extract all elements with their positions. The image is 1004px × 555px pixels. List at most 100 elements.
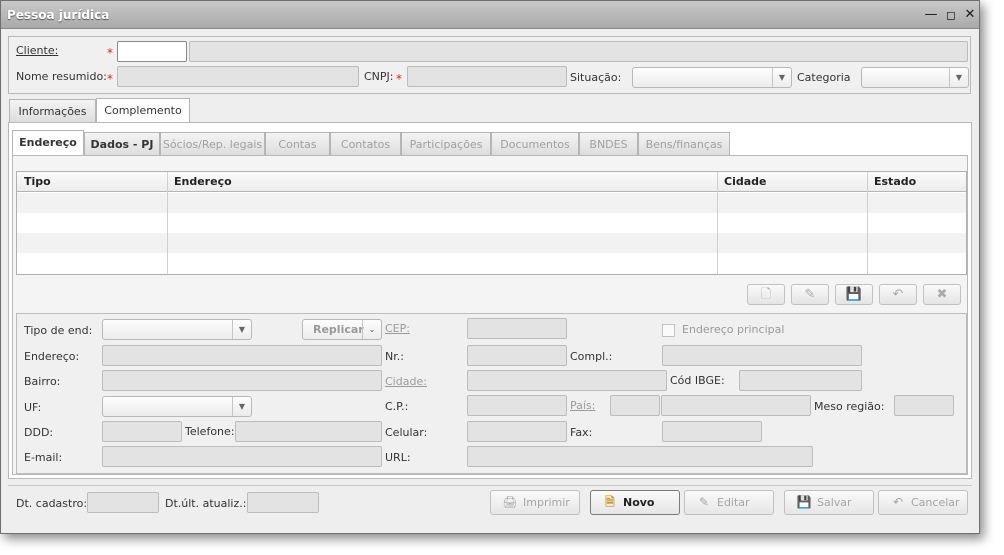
dt-cadastro-field	[87, 492, 159, 513]
endereco-input[interactable]	[102, 345, 382, 366]
cliente-label: Cliente:	[16, 44, 59, 57]
celular-label: Celular:	[385, 426, 428, 439]
cidade-label[interactable]: Cidade:	[385, 375, 427, 388]
delete-record-button[interactable]: ✖	[923, 284, 961, 305]
column-header-tipo[interactable]: Tipo	[17, 172, 167, 192]
cod-ibge-input[interactable]	[739, 370, 862, 391]
tab-complemento[interactable]: Complemento	[96, 98, 190, 124]
novo-button[interactable]: 🗎 Novo	[590, 490, 680, 515]
new-record-button[interactable]: 🗋	[747, 284, 785, 305]
bairro-input[interactable]	[102, 370, 382, 391]
endereco-panel: Tipo Endereço Cidade Estado 🗋 ✎ 💾 ↶ ✖ Ti…	[12, 155, 968, 475]
meso-regiao-label: Meso região:	[814, 400, 885, 413]
column-header-cidade[interactable]: Cidade	[717, 172, 867, 192]
uf-select[interactable]: ▼	[102, 396, 252, 417]
edit-icon: ✎	[698, 495, 710, 509]
fax-label: Fax:	[570, 426, 593, 439]
imprimir-button[interactable]: 🖨 Imprimir	[490, 490, 580, 515]
pais-label[interactable]: País:	[570, 399, 595, 412]
tab-informacoes[interactable]: Informações	[9, 99, 96, 123]
save-icon: 💾	[845, 287, 863, 302]
celular-input[interactable]	[467, 421, 567, 442]
ddd-input[interactable]	[102, 421, 182, 442]
nr-input[interactable]	[467, 345, 567, 366]
subtab-bndes[interactable]: BNDES	[579, 132, 638, 156]
compl-label: Compl.:	[570, 350, 613, 363]
endereco-principal-label: Endereço principal	[682, 323, 785, 336]
table-row[interactable]	[17, 253, 966, 273]
editar-button[interactable]: ✎ Editar	[684, 490, 774, 515]
cliente-name-field	[189, 41, 968, 62]
minimize-icon[interactable]: —	[923, 7, 939, 23]
undo-record-button[interactable]: ↶	[879, 284, 917, 305]
editar-label: Editar	[717, 496, 750, 509]
edit-record-button[interactable]: ✎	[791, 284, 829, 305]
cod-ibge-label: Cód IBGE:	[670, 374, 725, 387]
close-icon[interactable]: ✕	[962, 7, 978, 23]
edit-icon: ✎	[804, 287, 816, 302]
chevron-down-icon[interactable]: ⌄	[362, 320, 381, 339]
address-table: Tipo Endereço Cidade Estado	[16, 171, 967, 275]
column-divider	[167, 172, 168, 274]
replicar-button[interactable]: Replicar ⌄	[302, 319, 382, 340]
table-row[interactable]	[17, 213, 966, 233]
meso-regiao-input[interactable]	[894, 395, 954, 416]
cep-label[interactable]: CEP:	[385, 322, 410, 335]
telefone-input[interactable]	[235, 421, 382, 442]
subtab-documentos[interactable]: Documentos	[491, 132, 579, 156]
email-input[interactable]	[102, 446, 382, 467]
printer-icon: 🖨	[502, 495, 518, 509]
nome-resumido-input[interactable]	[117, 66, 359, 87]
cancelar-button[interactable]: ↶ Cancelar	[878, 490, 968, 515]
endereco-label: Endereço:	[24, 350, 80, 363]
salvar-label: Salvar	[817, 496, 852, 509]
compl-input[interactable]	[662, 345, 862, 366]
column-header-estado[interactable]: Estado	[867, 172, 966, 192]
complemento-panel: Endereço Dados - PJ Sócios/Rep. legais C…	[8, 122, 972, 479]
imprimir-label: Imprimir	[523, 496, 570, 509]
categoria-select[interactable]: ▼	[861, 67, 969, 88]
required-mark: *	[396, 72, 402, 86]
subtab-bens-financas[interactable]: Bens/finanças	[638, 132, 730, 156]
header-panel: Cliente: * Nome resumido: * CNPJ: * Situ…	[8, 36, 971, 94]
fax-input[interactable]	[662, 421, 762, 442]
chevron-down-icon: ▼	[232, 397, 251, 416]
pais-code-input[interactable]	[610, 395, 660, 416]
cep-input[interactable]	[467, 318, 567, 339]
column-header-endereco[interactable]: Endereço	[167, 172, 717, 192]
save-icon: 💾	[796, 495, 812, 509]
situacao-select[interactable]: ▼	[632, 67, 792, 88]
cp-label: C.P.:	[385, 400, 409, 413]
subtab-contas[interactable]: Contas	[265, 132, 330, 156]
table-row[interactable]	[17, 233, 966, 253]
pais-name-field	[661, 395, 811, 416]
subtab-contatos[interactable]: Contatos	[330, 132, 401, 156]
save-record-button[interactable]: 💾	[835, 284, 873, 305]
chevron-down-icon: ▼	[232, 320, 251, 339]
column-divider	[717, 172, 718, 274]
chevron-down-icon: ▼	[949, 68, 968, 87]
window-title: Pessoa jurídica	[7, 8, 110, 22]
cp-input[interactable]	[467, 395, 567, 416]
table-row[interactable]	[17, 193, 966, 213]
tipo-end-select[interactable]: ▼	[102, 319, 252, 340]
cnpj-input[interactable]	[407, 66, 567, 87]
endereco-principal-checkbox[interactable]	[662, 324, 675, 337]
subtab-participacoes[interactable]: Participações	[401, 132, 491, 156]
bairro-label: Bairro:	[24, 375, 61, 388]
maximize-icon[interactable]: ◻	[943, 7, 959, 23]
nome-resumido-label: Nome resumido:	[16, 70, 107, 83]
novo-label: Novo	[623, 496, 655, 509]
uf-label: UF:	[24, 401, 42, 414]
new-doc-icon: 🗎	[605, 495, 615, 509]
cliente-code-input[interactable]	[117, 41, 187, 62]
subtab-dados-pj[interactable]: Dados - PJ	[84, 132, 160, 156]
subtab-endereco[interactable]: Endereço	[12, 130, 84, 156]
salvar-button[interactable]: 💾 Salvar	[784, 490, 874, 515]
address-form: Tipo de end: ▼ Replicar ⌄ CEP: Endereço p…	[16, 313, 967, 474]
required-mark: *	[107, 72, 113, 86]
subtab-socios[interactable]: Sócios/Rep. legais	[160, 132, 265, 156]
url-input[interactable]	[467, 446, 813, 467]
cidade-input[interactable]	[467, 370, 667, 391]
column-divider	[867, 172, 868, 274]
